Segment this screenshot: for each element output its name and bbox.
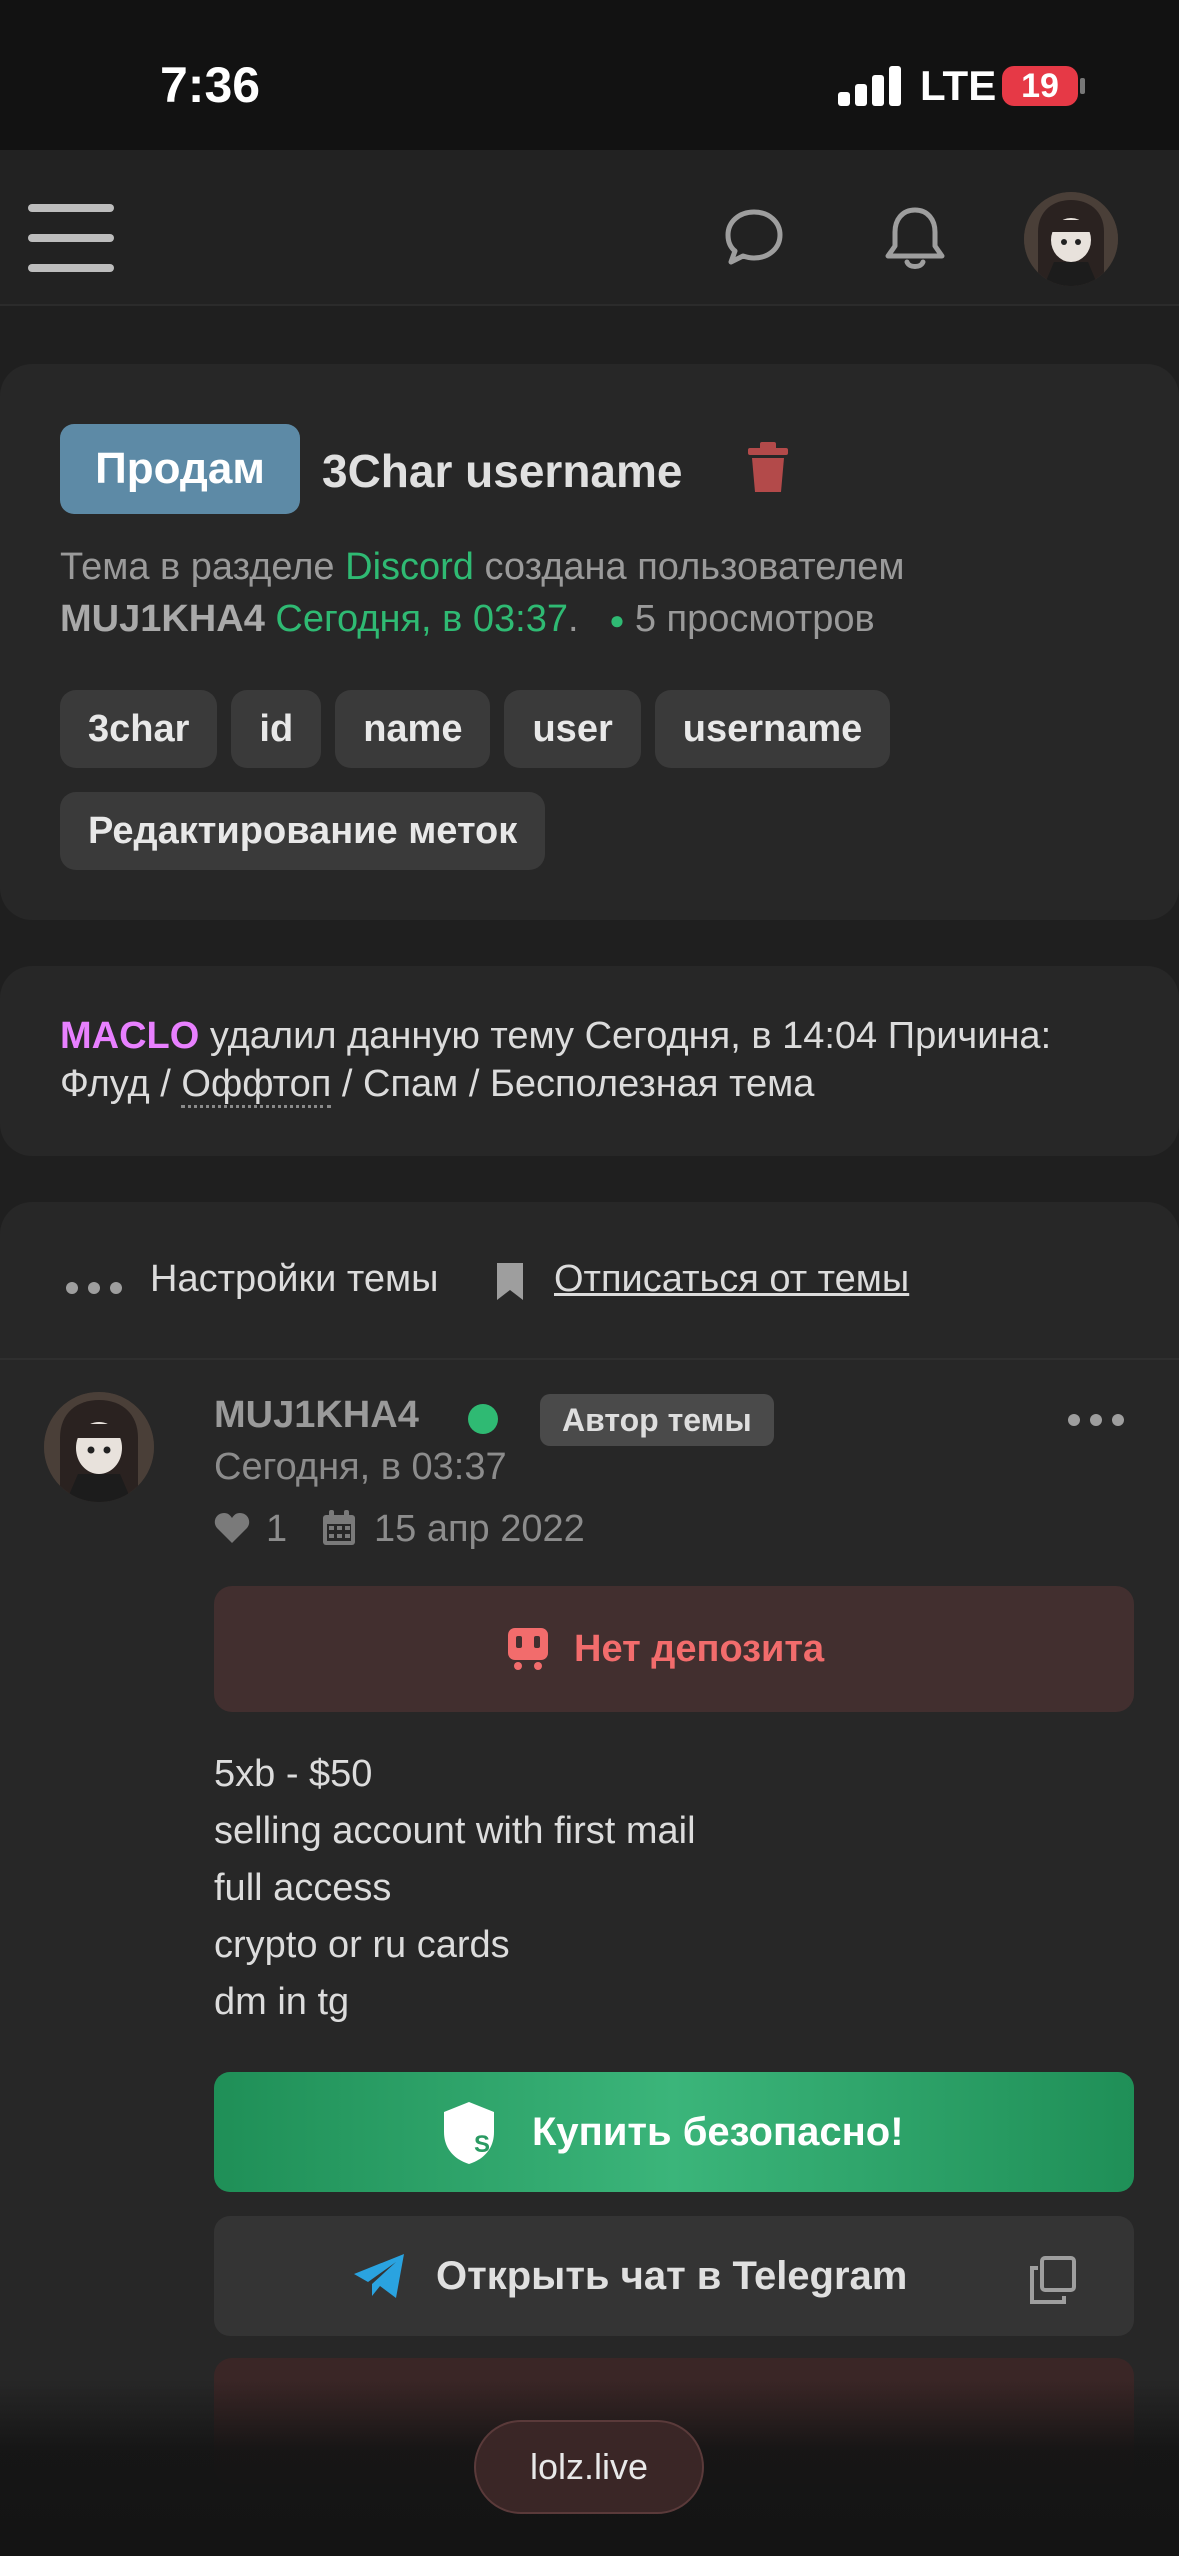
topic-author-badge: Автор темы bbox=[540, 1394, 774, 1446]
registration-date: 15 апр 2022 bbox=[374, 1508, 585, 1550]
section-link[interactable]: Discord bbox=[345, 546, 474, 588]
topic-header-card: Продам 3Char username Тема в разделе Dis… bbox=[0, 364, 1179, 920]
topic-meta-2: MUJ1KHA4 Сегодня, в 03:37. ● 5 просмотров bbox=[60, 598, 875, 641]
calendar-icon bbox=[323, 1510, 355, 1545]
deposit-label: Нет депозита bbox=[574, 1628, 825, 1670]
moderator-link[interactable]: MACLO bbox=[60, 1015, 199, 1057]
dots-icon[interactable] bbox=[66, 1282, 122, 1296]
created-suffix: . bbox=[567, 598, 579, 640]
bell-icon[interactable] bbox=[882, 204, 948, 274]
tag-chip[interactable]: id bbox=[231, 690, 322, 768]
tag-chip[interactable]: user bbox=[504, 690, 641, 768]
post-author-name[interactable]: MUJ1KHA4 bbox=[214, 1394, 419, 1437]
post-line: 5xb - $50 bbox=[214, 1753, 373, 1795]
online-status-dot bbox=[468, 1404, 498, 1434]
heart-icon bbox=[214, 1513, 250, 1543]
topic-settings-bar: Настройки темы Отписаться от темы bbox=[0, 1202, 1179, 1360]
signal-icon bbox=[838, 66, 902, 106]
meta-prefix: Тема в разделе bbox=[60, 546, 335, 588]
edit-tags-button[interactable]: Редактирование меток bbox=[60, 792, 546, 870]
svg-text:S: S bbox=[474, 2131, 490, 2158]
status-time: 7:36 bbox=[160, 57, 261, 113]
trash-icon[interactable] bbox=[746, 442, 790, 494]
deletion-notice: MACLO удалил данную тему Сегодня, в 14:0… bbox=[60, 1012, 1140, 1108]
battery-icon: 19 bbox=[1002, 66, 1078, 106]
menu-icon[interactable] bbox=[28, 202, 116, 274]
network-label: LTE bbox=[920, 62, 997, 109]
separator-dot: ● bbox=[609, 605, 625, 636]
post-line: full access bbox=[214, 1867, 392, 1909]
deposit-icon bbox=[508, 1628, 548, 1670]
status-bar: 7:36 LTE 19 bbox=[0, 0, 1179, 150]
bookmark-icon[interactable] bbox=[494, 1260, 526, 1302]
post-line: dm in tg bbox=[214, 1981, 350, 2023]
topic-prefix-badge[interactable]: Продам bbox=[60, 424, 300, 514]
tags-list: 3char id name user username Редактирование м… bbox=[60, 690, 1140, 894]
notice-text-end: / Спам / Бесполезная тема bbox=[331, 1063, 815, 1105]
copy-icon[interactable] bbox=[1028, 2256, 1076, 2304]
shield-icon: S bbox=[444, 2102, 494, 2164]
likes-count: 1 bbox=[266, 1508, 288, 1550]
browser-url-pill[interactable]: lolz.live bbox=[474, 2420, 704, 2514]
post-author-avatar[interactable] bbox=[44, 1392, 154, 1502]
tag-chip[interactable]: 3char bbox=[60, 690, 218, 768]
buy-safely-label: Купить безопасно! bbox=[532, 2110, 904, 2154]
top-nav bbox=[0, 150, 1179, 306]
avatar[interactable] bbox=[1024, 192, 1118, 286]
deposit-status-banner: Нет депозита bbox=[214, 1586, 1134, 1712]
post-card: Настройки темы Отписаться от темы MUJ1KH… bbox=[0, 1202, 1179, 2556]
chat-icon[interactable] bbox=[722, 206, 786, 270]
views-count: 5 просмотров bbox=[634, 598, 875, 640]
topic-created-link[interactable]: Сегодня, в 03:37 bbox=[275, 598, 568, 640]
topic-author-link[interactable]: MUJ1KHA4 bbox=[60, 598, 265, 640]
topic-meta: Тема в разделе Discord создана пользоват… bbox=[60, 546, 905, 589]
open-telegram-button[interactable]: Открыть чат в Telegram bbox=[214, 2216, 1134, 2336]
post-line: crypto or ru cards bbox=[214, 1924, 510, 1966]
tag-chip[interactable]: username bbox=[654, 690, 891, 768]
post-line: selling account with first mail bbox=[214, 1810, 696, 1852]
buy-safely-button[interactable]: S Купить безопасно! bbox=[214, 2072, 1134, 2192]
post-body: 5xb - $50 selling account with first mai… bbox=[214, 1746, 696, 2031]
more-options-icon[interactable] bbox=[1068, 1414, 1124, 1426]
topic-settings-button[interactable]: Настройки темы bbox=[150, 1258, 438, 1301]
battery-tip bbox=[1080, 78, 1085, 94]
tag-chip[interactable]: name bbox=[335, 690, 491, 768]
meta-mid: создана пользователем bbox=[484, 546, 905, 588]
telegram-icon bbox=[354, 2254, 404, 2298]
unsubscribe-link[interactable]: Отписаться от темы bbox=[554, 1258, 909, 1301]
open-telegram-label: Открыть чат в Telegram bbox=[436, 2254, 908, 2298]
offtop-reason: Оффтоп bbox=[181, 1063, 332, 1108]
post-date[interactable]: Сегодня, в 03:37 bbox=[214, 1446, 507, 1489]
deletion-notice-card: MACLO удалил данную тему Сегодня, в 14:0… bbox=[0, 966, 1179, 1156]
page-title: 3Char username bbox=[322, 445, 683, 497]
